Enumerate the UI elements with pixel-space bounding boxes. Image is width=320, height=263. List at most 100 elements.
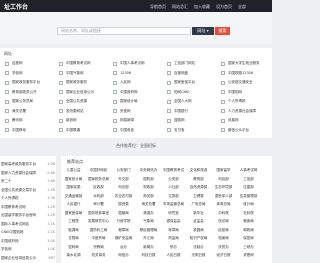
ranking-row[interactable]: 中国教育考试网 1.2K <box>0 203 56 211</box>
link-item[interactable]: 发改委网站 <box>54 109 108 114</box>
link-item[interactable]: 中国知网 <box>216 90 270 95</box>
recommend-link[interactable]: 国家民委 <box>61 185 86 193</box>
link-item[interactable]: 人力资源社会保障 <box>216 109 270 114</box>
link-item[interactable]: 国家政务服务平台 <box>0 80 54 85</box>
recommend-link[interactable]: 公安部门 <box>111 168 136 176</box>
recommend-link[interactable]: 档案局 <box>211 236 236 244</box>
link-item[interactable]: 支付宝 <box>162 128 216 133</box>
recommend-link[interactable]: 证监会 <box>186 219 211 227</box>
link-item[interactable]: 海关总署 <box>0 109 54 114</box>
recommend-link[interactable]: 新闻办 <box>136 245 161 253</box>
recommend-link[interactable]: 药监局 <box>161 236 186 244</box>
ranking-row[interactable]: 个人所得税 1.3K <box>0 194 56 202</box>
recommend-link[interactable]: 审计署 <box>86 202 111 210</box>
recommend-link[interactable]: 外汇局 <box>136 236 161 244</box>
recommend-link[interactable]: 移民管理局 <box>136 228 161 236</box>
recommend-link[interactable]: 发展研究中心 <box>86 219 111 227</box>
recommend-link[interactable]: 人社部 <box>161 185 186 193</box>
recommend-link[interactable]: 退役军人部 <box>211 194 236 202</box>
recommend-link[interactable]: 公安部 <box>161 177 186 185</box>
ranking-row[interactable]: 国家企业信用信息公示 987 <box>0 254 56 262</box>
search-button[interactable]: 搜索 <box>215 27 230 35</box>
recommend-link[interactable]: 邮政局 <box>236 228 261 236</box>
recommend-link[interactable]: 交通运输部 <box>61 194 86 202</box>
link-item[interactable]: 国家大学生就业服务 <box>216 61 270 66</box>
link-item[interactable]: 国家政务服务 <box>54 80 108 85</box>
recommend-link[interactable]: 国家统计局 <box>61 177 86 185</box>
recommend-link[interactable]: 求是网 <box>236 253 261 261</box>
recommend-link[interactable]: 港澳办 <box>136 211 161 219</box>
recommend-link[interactable]: 文物局 <box>61 236 86 244</box>
recommend-link[interactable]: 烟草局 <box>111 228 136 236</box>
recommend-link[interactable]: 自然资源部 <box>186 185 211 193</box>
link-item[interactable]: 学信网 <box>0 71 54 76</box>
link-item[interactable]: 教育部政务公开 <box>0 90 54 95</box>
recommend-link[interactable]: 民政部 <box>86 185 111 193</box>
ranking-row[interactable]: 国家高考政务服务平台 1.9K <box>0 160 56 168</box>
recommend-link[interactable]: 保密局 <box>236 236 261 244</box>
recommend-link[interactable]: 文化和旅游 <box>186 168 211 176</box>
link-item[interactable]: 公安部交通安全 <box>216 80 270 85</box>
recommend-link[interactable]: 中医药局 <box>86 236 111 244</box>
link-item[interactable]: 中国人事考试网 <box>108 61 162 66</box>
recommend-link[interactable]: 商务部 <box>136 194 161 202</box>
recommend-link[interactable]: 光明日报 <box>186 253 211 261</box>
recommend-link[interactable]: 国家留学 <box>211 168 236 176</box>
nav-item[interactable]: 导航首页 <box>150 4 166 10</box>
link-item[interactable]: 微信公众平台 <box>216 128 270 133</box>
link-item[interactable]: 国家企业信用公示 <box>54 90 108 95</box>
recommend-link[interactable]: 南水北调 <box>61 253 86 261</box>
link-item[interactable]: 凤凰网 <box>216 118 270 123</box>
recommend-link[interactable]: 铁路局 <box>186 228 211 236</box>
recommend-link[interactable]: 网信办 <box>111 253 136 261</box>
recommend-link[interactable]: 信访局 <box>211 219 236 227</box>
recommend-link[interactable]: 住建部 <box>236 185 261 193</box>
recommend-link[interactable]: 科技日报 <box>136 253 161 261</box>
recommend-link[interactable]: 煤矿安监局 <box>111 236 136 244</box>
link-item[interactable]: 个人所得税 <box>216 99 270 104</box>
recommend-link[interactable]: 国防部 <box>136 177 161 185</box>
link-item[interactable]: 央视网 <box>108 109 162 114</box>
ranking-row[interactable]: 国家人力资源社会保障 2.8K <box>0 169 56 177</box>
recommend-link[interactable]: 社科院 <box>236 211 261 219</box>
search-type-select[interactable]: 网址 ▾ <box>192 27 214 35</box>
link-item[interactable]: 国家医保平台 <box>162 80 216 85</box>
recommend-link[interactable]: 行政学院 <box>111 219 136 227</box>
recommend-link[interactable]: 国务院参事室 <box>86 211 111 219</box>
link-item[interactable]: 腾讯网 <box>0 118 54 123</box>
recommend-link[interactable]: 粮食局 <box>236 219 261 227</box>
link-item[interactable]: 中国联通 <box>54 128 108 133</box>
recommend-link[interactable]: 法制办 <box>186 245 211 253</box>
recommend-link[interactable]: 气象局 <box>136 219 161 227</box>
ranking-row[interactable]: 来二十 1.6K <box>0 177 56 185</box>
link-item[interactable]: 中国电信 <box>108 128 162 133</box>
recommend-link[interactable]: 机关事务 <box>86 253 111 261</box>
recommend-link[interactable]: 市场监管总局 <box>161 202 186 210</box>
recommend-link[interactable]: 人民银行 <box>61 202 86 210</box>
recommend-link[interactable]: 生态环境部 <box>211 185 236 193</box>
recommend-link[interactable]: 人事考试网 <box>236 168 261 176</box>
recommend-link[interactable]: 农业农村部 <box>111 194 136 202</box>
recommend-link[interactable]: 科技部 <box>211 177 236 185</box>
ranking-row[interactable]: CNKI中国知网 1.1K <box>0 228 56 236</box>
link-item[interactable]: 国家统计局 <box>108 99 162 104</box>
ranking-row[interactable]: 全国公共资源交易平台 1.5K <box>0 186 56 194</box>
link-item[interactable]: 知网CNKI <box>162 90 216 95</box>
link-item[interactable]: 中国气象网 <box>54 71 108 76</box>
link-item[interactable]: 工信部门网站 <box>162 61 216 66</box>
ranking-row[interactable]: 国际人事考试网站 1.1K <box>0 220 56 228</box>
recommend-link[interactable]: 儿童公益 <box>61 168 86 176</box>
banner-text[interactable]: 合作推荐位：全国招标 <box>0 143 272 149</box>
recommend-link[interactable]: 司法部 <box>111 185 136 193</box>
recommend-link[interactable]: 广电总局 <box>186 202 211 210</box>
link-item[interactable]: 中国铁路12306 <box>216 71 270 76</box>
recommend-link[interactable]: 密码局 <box>61 245 86 253</box>
nav-item[interactable]: 全部 <box>238 4 246 10</box>
recommend-link[interactable]: 宗教局 <box>86 245 111 253</box>
link-item[interactable]: 全国人大网 <box>162 99 216 104</box>
link-item[interactable]: 中国教育考试网 <box>54 61 108 66</box>
recommend-link[interactable]: 研究室 <box>161 211 186 219</box>
recommend-link[interactable]: 经济日报 <box>211 253 236 261</box>
recommend-link[interactable]: 应急管理部 <box>236 194 261 202</box>
recommend-link[interactable]: 体育总局 <box>211 202 236 210</box>
